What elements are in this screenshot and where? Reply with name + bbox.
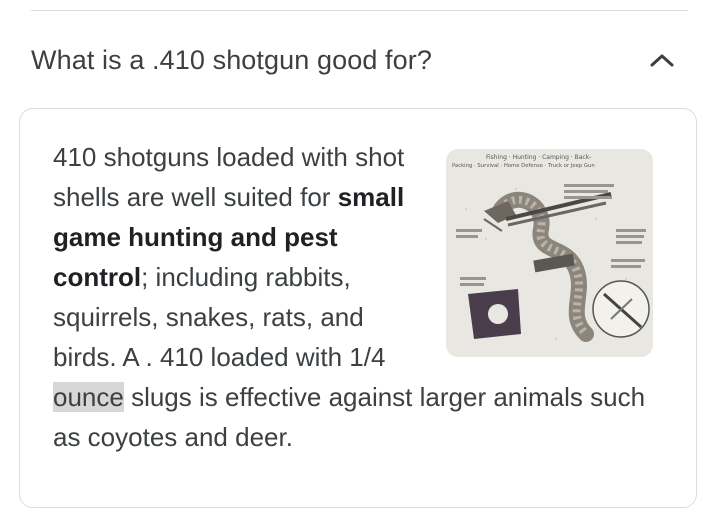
top-divider — [31, 10, 688, 11]
faq-question-row[interactable]: What is a .410 shotgun good for? — [31, 36, 688, 84]
answer-text-part3: slugs is effective against larger animal… — [53, 382, 646, 452]
highlighted-word: ounce — [53, 382, 124, 412]
faq-question-text: What is a .410 shotgun good for? — [31, 44, 432, 75]
shotgun-illustration-image[interactable]: Fishing · Hunting · Camping · Back- Pack… — [446, 149, 653, 357]
svg-text:Packing · Survival · Home Defe: Packing · Survival · Home Defense · Truc… — [452, 163, 595, 169]
svg-text:Fishing · Hunting · Camping ·: Fishing · Hunting · Camping · Back- — [486, 154, 591, 161]
chevron-up-icon[interactable] — [646, 44, 678, 76]
answer-snippet: Fishing · Hunting · Camping · Back- Pack… — [53, 137, 653, 457]
